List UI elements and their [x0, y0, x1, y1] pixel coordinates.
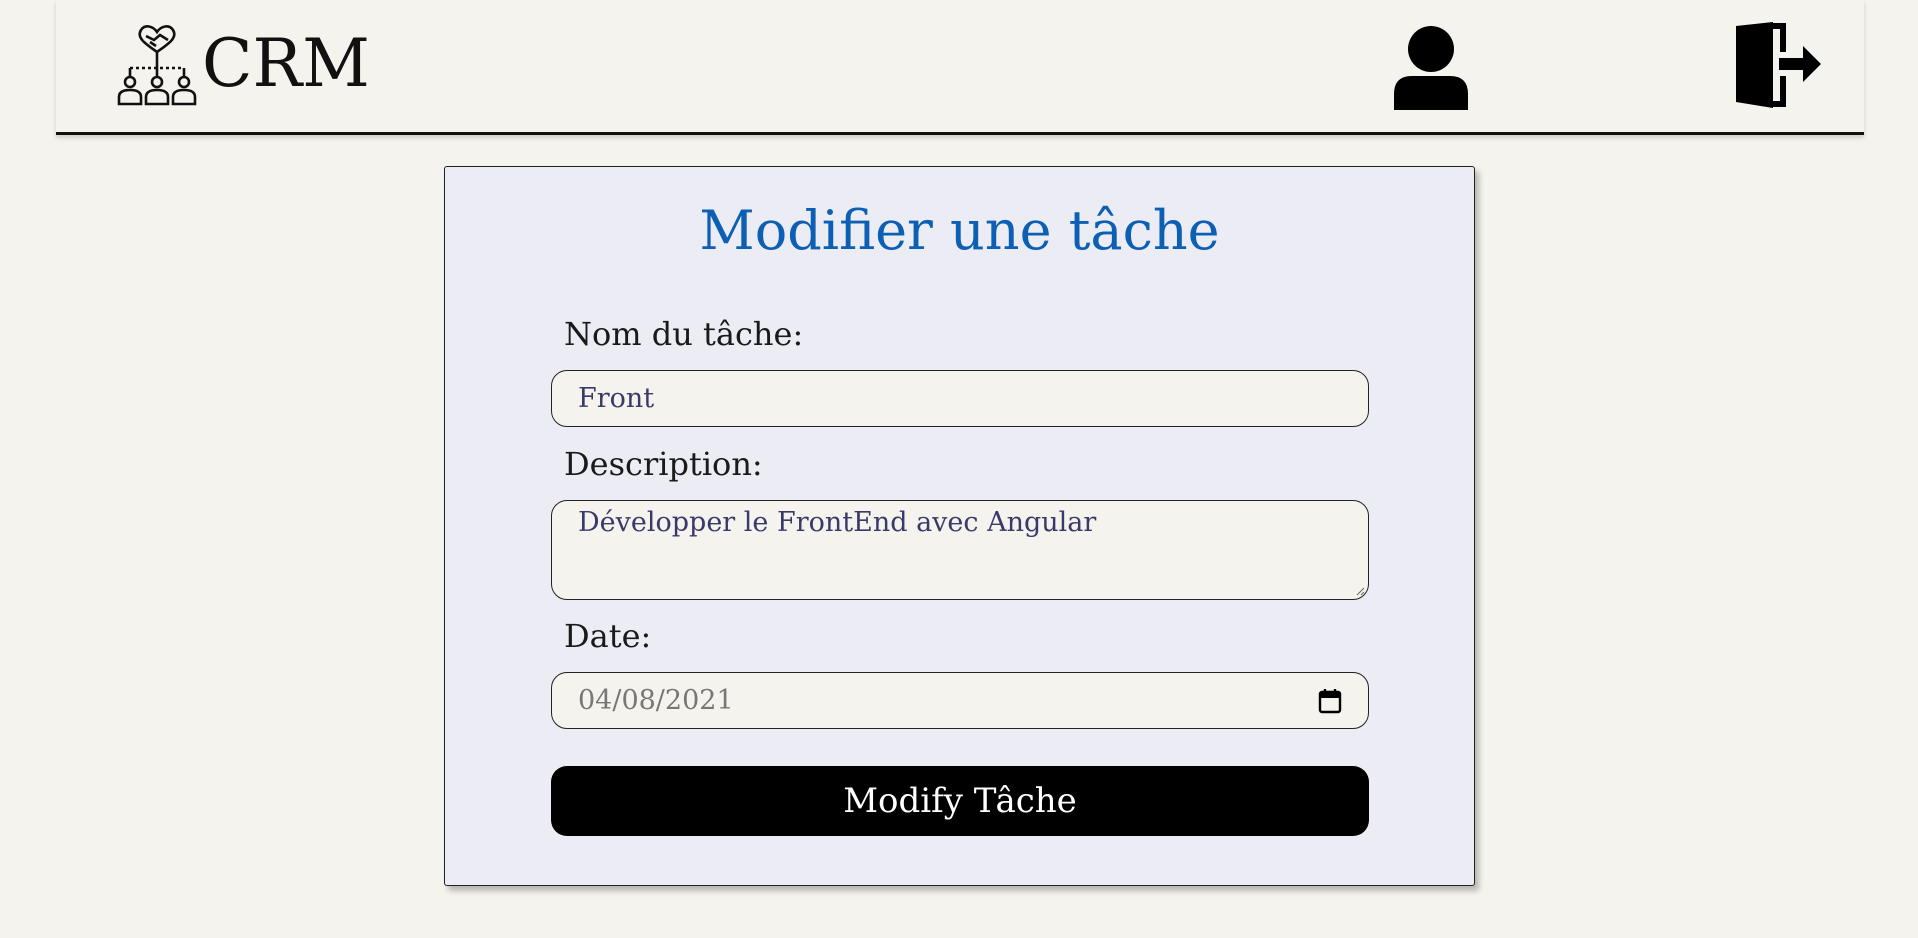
logout-icon [1736, 22, 1821, 108]
edit-task-card: Modifier une tâche Nom du tâche: Front D… [444, 166, 1475, 886]
top-header: CRM [56, 0, 1864, 135]
task-name-value: Front [578, 383, 655, 414]
date-label: Date: [564, 617, 652, 655]
app-name: CRM [202, 25, 370, 102]
description-label: Description: [564, 445, 763, 483]
app-logo[interactable]: CRM [116, 22, 370, 106]
task-name-label: Nom du tâche: [564, 315, 804, 353]
logout-button[interactable] [1733, 22, 1825, 108]
user-icon [1394, 26, 1468, 110]
resize-grip-icon[interactable] [1355, 586, 1365, 596]
date-value: 04/08/2021 [578, 685, 734, 716]
description-value: Développer le FrontEnd avec Angular [578, 507, 1097, 538]
page-title: Modifier une tâche [699, 199, 1220, 262]
team-handshake-icon [117, 25, 197, 106]
task-name-input[interactable]: Front [551, 370, 1369, 427]
user-profile-button[interactable] [1392, 24, 1470, 110]
calendar-icon[interactable] [1318, 688, 1342, 714]
description-textarea[interactable]: Développer le FrontEnd avec Angular [551, 500, 1369, 600]
date-input[interactable]: 04/08/2021 [551, 672, 1369, 729]
modify-task-button[interactable]: Modify Tâche [551, 766, 1369, 836]
